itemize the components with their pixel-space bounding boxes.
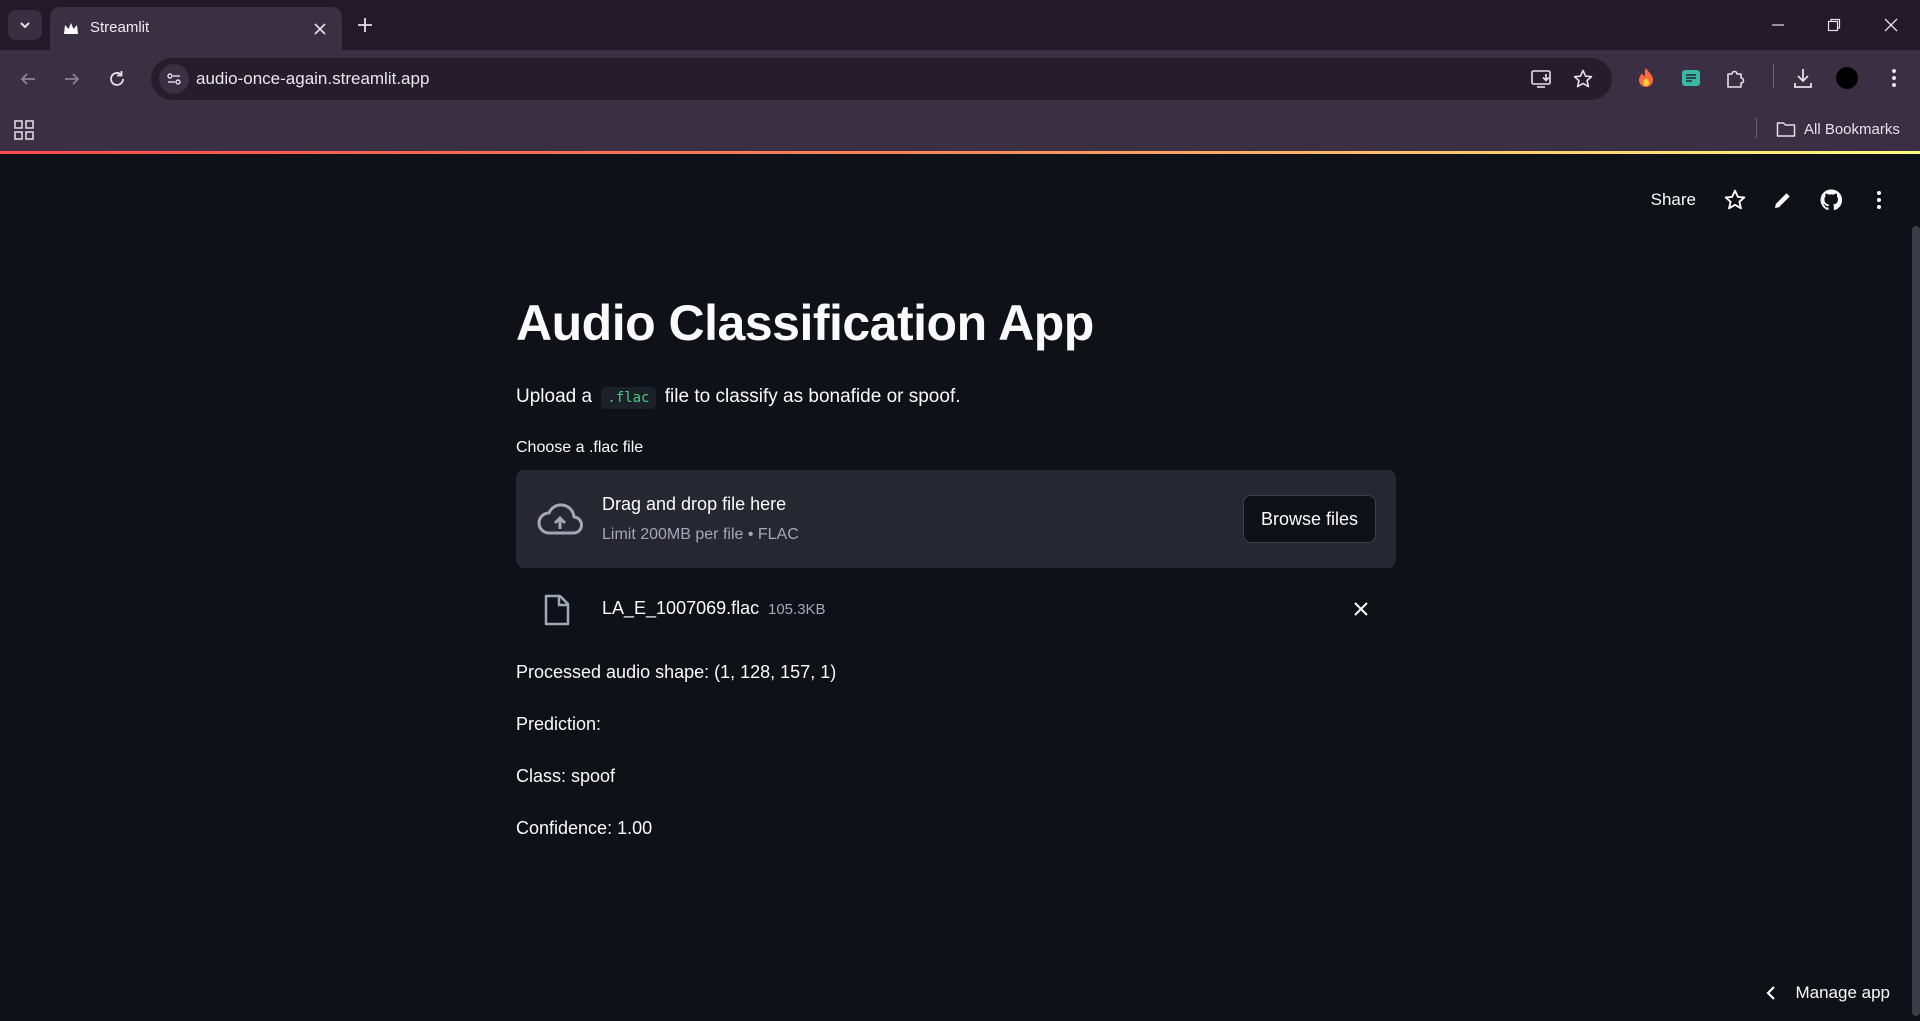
minimize-button[interactable] <box>1758 10 1798 40</box>
toolbar-separator <box>1773 64 1774 88</box>
new-tab-button[interactable] <box>352 12 378 38</box>
github-icon[interactable] <box>1820 189 1842 211</box>
profile-icon[interactable] <box>1835 66 1859 90</box>
star-icon[interactable] <box>1572 68 1594 90</box>
tab-title: Streamlit <box>90 19 150 36</box>
inline-code: .flac <box>601 387 656 409</box>
more-icon[interactable] <box>1868 189 1890 211</box>
window-close-button[interactable] <box>1871 10 1911 40</box>
reload-button[interactable] <box>102 64 132 94</box>
plus-icon <box>358 18 372 32</box>
browser-chrome: Streamlit audio-once-again.streamlit.app… <box>0 0 1920 151</box>
extension-fire-icon[interactable] <box>1634 66 1658 90</box>
processed-shape-text: Processed audio shape: (1, 128, 157, 1) <box>516 662 837 682</box>
star-icon[interactable] <box>1724 189 1746 211</box>
restore-button[interactable] <box>1814 10 1854 40</box>
file-icon <box>544 594 570 626</box>
file-dropzone[interactable]: Drag and drop file here Limit 200MB per … <box>516 470 1396 568</box>
streamlit-crown-icon <box>64 23 78 34</box>
tab-search-icon <box>20 22 30 29</box>
share-button[interactable]: Share <box>1651 190 1696 210</box>
all-bookmarks-button[interactable]: All Bookmarks <box>1776 117 1900 141</box>
uploader-label: Choose a .flac file <box>516 439 644 456</box>
apps-icon[interactable] <box>13 119 35 141</box>
browser-toolbar: audio-once-again.streamlit.app <box>0 50 1920 108</box>
uploaded-file-size: 105.3KB <box>768 601 826 618</box>
uploaded-file-name: LA_E_1007069.flac <box>602 598 760 618</box>
streamlit-app: Share Audio Classification App Upload a … <box>0 154 1920 1021</box>
chevron-left-icon <box>1766 986 1776 1000</box>
site-info-button[interactable] <box>159 64 189 94</box>
all-bookmarks-label: All Bookmarks <box>1804 120 1900 138</box>
close-icon[interactable] <box>310 19 330 39</box>
minimize-icon <box>1772 24 1784 26</box>
uploaded-file-row: LA_E_1007069.flac 105.3KB <box>516 582 1396 634</box>
tab-streamlit[interactable]: Streamlit <box>50 7 342 50</box>
address-bar[interactable]: audio-once-again.streamlit.app <box>151 58 1612 100</box>
confidence-result: Confidence: 1.00 <box>516 818 653 838</box>
close-icon <box>1354 602 1368 616</box>
download-icon[interactable] <box>1791 66 1815 90</box>
restore-icon <box>1827 18 1841 32</box>
manage-app-label: Manage app <box>1795 983 1890 1002</box>
bookmarks-separator <box>1756 118 1757 138</box>
cloud-upload-icon <box>537 503 583 535</box>
intro-prefix: Upload a <box>516 386 593 407</box>
intro-text: Upload a .flac file to classify as bonaf… <box>516 386 961 409</box>
intro-suffix: file to classify as bonafide or spoof. <box>664 386 961 407</box>
forward-icon <box>65 73 80 85</box>
bookmarks-bar: All Bookmarks <box>0 108 1920 151</box>
back-icon <box>20 73 35 85</box>
install-icon[interactable] <box>1531 68 1553 90</box>
pencil-icon[interactable] <box>1772 189 1794 211</box>
app-header-toolbar: Share <box>1651 184 1890 216</box>
browse-files-button[interactable]: Browse files <box>1243 495 1376 543</box>
site-info-icon <box>167 73 181 85</box>
extensions-puzzle-icon[interactable] <box>1724 66 1748 90</box>
extension-sheet-icon[interactable] <box>1679 66 1703 90</box>
prediction-heading: Prediction: <box>516 714 602 734</box>
class-result: Class: spoof <box>516 766 616 786</box>
forward-button[interactable] <box>57 64 87 94</box>
scrollbar[interactable] <box>1912 226 1920 1016</box>
close-icon <box>1884 18 1898 32</box>
reload-icon <box>110 71 124 86</box>
tab-search-button[interactable] <box>8 10 42 40</box>
more-icon[interactable] <box>1882 66 1906 90</box>
back-button[interactable] <box>13 64 43 94</box>
dropzone-limit-text: Limit 200MB per file • FLAC <box>602 526 799 543</box>
url-text[interactable]: audio-once-again.streamlit.app <box>196 69 429 89</box>
manage-app-button[interactable]: Manage app <box>1765 979 1890 1007</box>
page-title: Audio Classification App <box>516 295 1094 351</box>
remove-file-button[interactable] <box>1350 598 1372 620</box>
tab-strip: Streamlit <box>0 0 1920 50</box>
folder-icon <box>1776 122 1796 137</box>
dropzone-instructions: Drag and drop file here <box>602 494 787 514</box>
